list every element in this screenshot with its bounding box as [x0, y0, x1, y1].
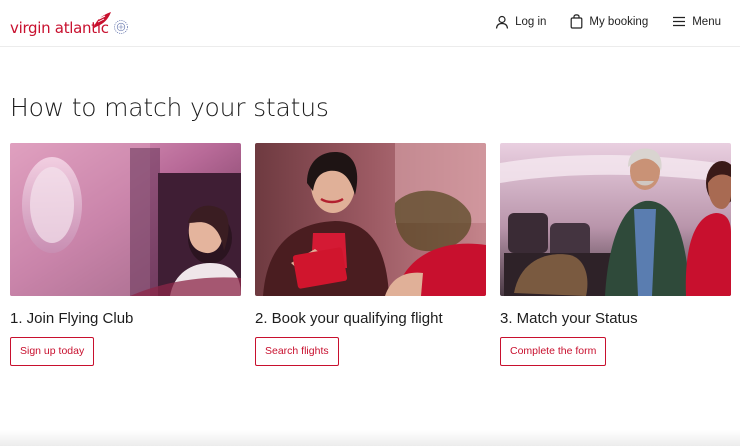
- menu-button[interactable]: Menu: [672, 16, 721, 28]
- complete-form-button[interactable]: Complete the form: [500, 337, 607, 366]
- user-icon: [495, 15, 509, 29]
- my-booking-link[interactable]: My booking: [570, 14, 648, 29]
- header-nav: Log in My booking Menu: [495, 14, 721, 29]
- virgin-flag-icon: [93, 12, 111, 29]
- search-flights-button[interactable]: Search flights: [255, 337, 339, 366]
- page-title: How to match your status: [10, 93, 329, 122]
- menu-label: Menu: [692, 15, 721, 28]
- site-header: virgin atlantic Log in My booking Menu: [0, 0, 740, 47]
- login-link[interactable]: Log in: [495, 15, 546, 29]
- step-title-join: 1. Join Flying Club: [10, 310, 134, 327]
- hamburger-icon: [673, 16, 686, 27]
- step-title-book: 2. Book your qualifying flight: [255, 310, 443, 327]
- man-aisle-cabin-photo: [500, 143, 731, 296]
- page-bottom-edge: [0, 430, 740, 446]
- login-label: Log in: [515, 15, 547, 28]
- step-card-join: 1. Join Flying Club Sign up today: [10, 143, 241, 366]
- step-title-match: 3. Match your Status: [500, 310, 638, 327]
- step-card-match: 3. Match your Status Complete the form: [500, 143, 731, 366]
- my-booking-label: My booking: [589, 15, 649, 28]
- sign-up-button[interactable]: Sign up today: [10, 337, 95, 366]
- alliance-seal-icon: [114, 20, 128, 34]
- bag-icon: [571, 14, 583, 29]
- woman-window-seat-photo: [10, 143, 241, 296]
- step-card-book: 2. Book your qualifying flight Search fl…: [255, 143, 486, 366]
- woman-boarding-pass-photo: [255, 143, 486, 296]
- virgin-atlantic-logo[interactable]: virgin atlantic: [10, 11, 128, 39]
